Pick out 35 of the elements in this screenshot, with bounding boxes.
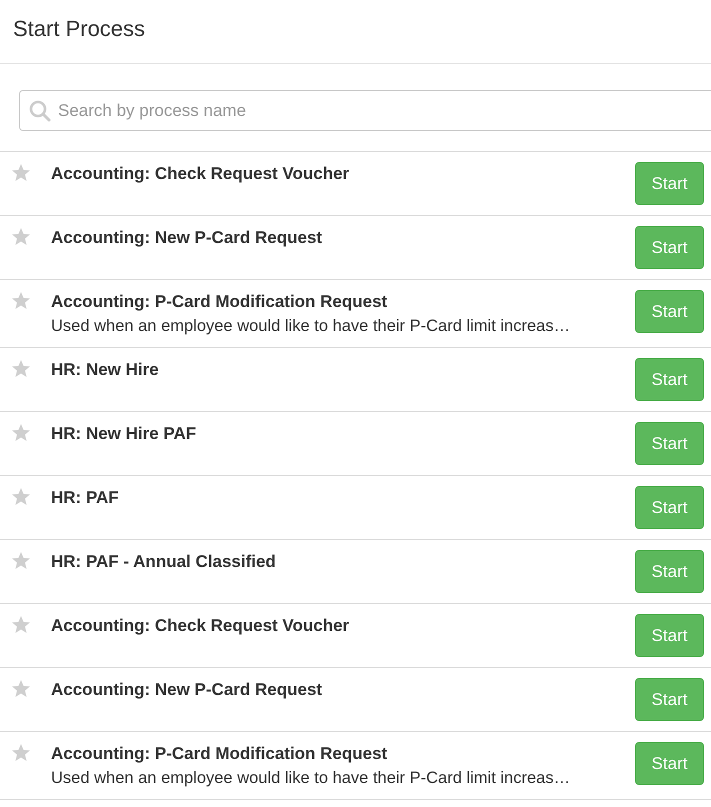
- process-name: HR: New Hire PAF: [51, 423, 198, 444]
- process-description: Used when an employee would like to have their P-Card limit increas…: [51, 768, 572, 789]
- star-icon[interactable]: [11, 743, 31, 763]
- star-icon[interactable]: [11, 487, 31, 507]
- star-icon[interactable]: [11, 291, 31, 311]
- star-icon[interactable]: [11, 227, 31, 247]
- star-icon[interactable]: [11, 679, 31, 699]
- search-icon: [29, 100, 51, 122]
- star-icon[interactable]: [11, 359, 31, 379]
- star-icon[interactable]: [11, 551, 31, 571]
- process-name: Accounting: Check Request Voucher: [51, 163, 350, 184]
- process-name: Accounting: P-Card Modification Request: [51, 291, 388, 312]
- search-field[interactable]: Search by process name: [19, 90, 711, 131]
- start-button[interactable]: Start: [635, 742, 704, 785]
- start-button[interactable]: Start: [635, 358, 704, 401]
- process-name: Accounting: Check Request Voucher: [51, 615, 350, 636]
- star-icon[interactable]: [11, 615, 31, 635]
- start-button[interactable]: Start: [635, 290, 704, 333]
- process-name: Accounting: New P-Card Request: [51, 679, 324, 700]
- start-button[interactable]: Start: [635, 550, 704, 593]
- start-button[interactable]: Start: [635, 486, 704, 529]
- process-description: Used when an employee would like to have their P-Card limit increas…: [51, 316, 572, 337]
- process-name: HR: New Hire: [51, 359, 160, 380]
- dialog-title: Start Process: [13, 16, 146, 42]
- start-button[interactable]: Start: [635, 162, 704, 205]
- start-button[interactable]: Start: [635, 422, 704, 465]
- start-button[interactable]: Start: [635, 678, 704, 721]
- star-icon[interactable]: [11, 423, 31, 443]
- process-name: Accounting: New P-Card Request: [51, 227, 324, 248]
- start-button[interactable]: Start: [635, 226, 704, 269]
- star-icon[interactable]: [11, 163, 31, 183]
- process-name: HR: PAF: [51, 487, 120, 508]
- process-name: HR: PAF - Annual Classified: [51, 551, 277, 572]
- start-button[interactable]: Start: [635, 614, 704, 657]
- process-name: Accounting: P-Card Modification Request: [51, 743, 388, 764]
